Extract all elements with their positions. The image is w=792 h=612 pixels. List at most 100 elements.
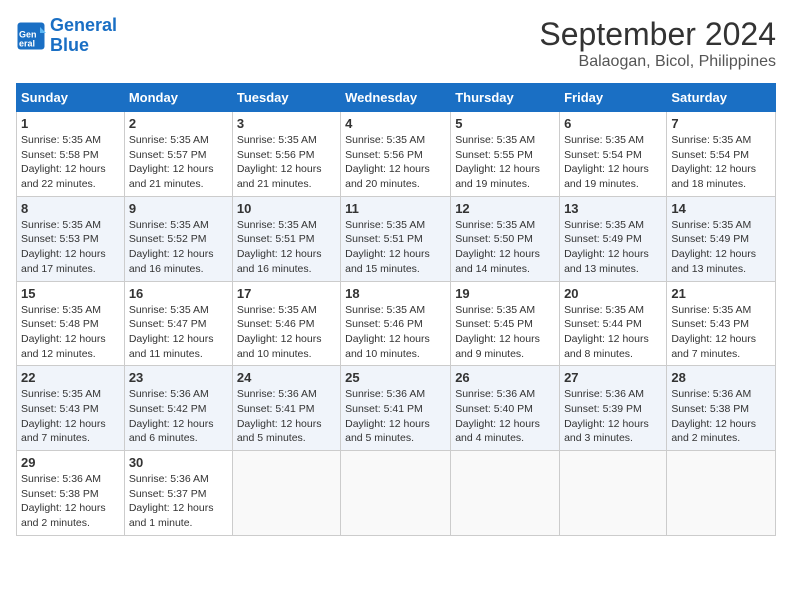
calendar-header-row: SundayMondayTuesdayWednesdayThursdayFrid… <box>17 84 776 112</box>
day-info: Sunrise: 5:35 AMSunset: 5:52 PMDaylight:… <box>129 218 228 277</box>
day-info: Sunrise: 5:35 AMSunset: 5:51 PMDaylight:… <box>345 218 446 277</box>
calendar-week-row: 15 Sunrise: 5:35 AMSunset: 5:48 PMDaylig… <box>17 281 776 366</box>
header-saturday: Saturday <box>667 84 776 112</box>
header-tuesday: Tuesday <box>232 84 340 112</box>
day-number: 4 <box>345 116 446 131</box>
day-info: Sunrise: 5:35 AMSunset: 5:58 PMDaylight:… <box>21 133 120 192</box>
calendar-cell: 10 Sunrise: 5:35 AMSunset: 5:51 PMDaylig… <box>232 196 340 281</box>
month-title: September 2024 <box>539 16 776 53</box>
day-info: Sunrise: 5:35 AMSunset: 5:54 PMDaylight:… <box>564 133 662 192</box>
day-info: Sunrise: 5:35 AMSunset: 5:48 PMDaylight:… <box>21 303 120 362</box>
day-info: Sunrise: 5:35 AMSunset: 5:47 PMDaylight:… <box>129 303 228 362</box>
calendar-cell: 8 Sunrise: 5:35 AMSunset: 5:53 PMDayligh… <box>17 196 125 281</box>
header-friday: Friday <box>560 84 667 112</box>
logo-icon: Gen eral <box>16 21 46 51</box>
calendar-cell: 3 Sunrise: 5:35 AMSunset: 5:56 PMDayligh… <box>232 112 340 197</box>
calendar-cell: 30 Sunrise: 5:36 AMSunset: 5:37 PMDaylig… <box>124 451 232 536</box>
calendar-week-row: 8 Sunrise: 5:35 AMSunset: 5:53 PMDayligh… <box>17 196 776 281</box>
calendar-cell: 15 Sunrise: 5:35 AMSunset: 5:48 PMDaylig… <box>17 281 125 366</box>
day-number: 24 <box>237 370 336 385</box>
header-wednesday: Wednesday <box>341 84 451 112</box>
calendar-table: SundayMondayTuesdayWednesdayThursdayFrid… <box>16 83 776 536</box>
calendar-cell: 7 Sunrise: 5:35 AMSunset: 5:54 PMDayligh… <box>667 112 776 197</box>
day-info: Sunrise: 5:35 AMSunset: 5:46 PMDaylight:… <box>237 303 336 362</box>
title-block: September 2024 Balaogan, Bicol, Philippi… <box>539 16 776 71</box>
day-number: 20 <box>564 286 662 301</box>
day-info: Sunrise: 5:35 AMSunset: 5:54 PMDaylight:… <box>671 133 771 192</box>
day-number: 7 <box>671 116 771 131</box>
calendar-week-row: 29 Sunrise: 5:36 AMSunset: 5:38 PMDaylig… <box>17 451 776 536</box>
calendar-cell: 11 Sunrise: 5:35 AMSunset: 5:51 PMDaylig… <box>341 196 451 281</box>
day-number: 18 <box>345 286 446 301</box>
day-info: Sunrise: 5:35 AMSunset: 5:43 PMDaylight:… <box>21 387 120 446</box>
day-info: Sunrise: 5:35 AMSunset: 5:43 PMDaylight:… <box>671 303 771 362</box>
calendar-cell: 16 Sunrise: 5:35 AMSunset: 5:47 PMDaylig… <box>124 281 232 366</box>
calendar-week-row: 22 Sunrise: 5:35 AMSunset: 5:43 PMDaylig… <box>17 366 776 451</box>
calendar-cell: 19 Sunrise: 5:35 AMSunset: 5:45 PMDaylig… <box>451 281 560 366</box>
day-number: 17 <box>237 286 336 301</box>
calendar-cell: 17 Sunrise: 5:35 AMSunset: 5:46 PMDaylig… <box>232 281 340 366</box>
day-number: 27 <box>564 370 662 385</box>
day-number: 23 <box>129 370 228 385</box>
day-info: Sunrise: 5:36 AMSunset: 5:39 PMDaylight:… <box>564 387 662 446</box>
logo: Gen eral General Blue <box>16 16 117 56</box>
svg-text:eral: eral <box>19 38 35 48</box>
day-number: 14 <box>671 201 771 216</box>
calendar-cell: 24 Sunrise: 5:36 AMSunset: 5:41 PMDaylig… <box>232 366 340 451</box>
day-number: 16 <box>129 286 228 301</box>
day-info: Sunrise: 5:35 AMSunset: 5:49 PMDaylight:… <box>564 218 662 277</box>
day-info: Sunrise: 5:35 AMSunset: 5:53 PMDaylight:… <box>21 218 120 277</box>
day-number: 1 <box>21 116 120 131</box>
calendar-cell: 26 Sunrise: 5:36 AMSunset: 5:40 PMDaylig… <box>451 366 560 451</box>
day-info: Sunrise: 5:36 AMSunset: 5:40 PMDaylight:… <box>455 387 555 446</box>
calendar-cell: 23 Sunrise: 5:36 AMSunset: 5:42 PMDaylig… <box>124 366 232 451</box>
day-number: 9 <box>129 201 228 216</box>
day-number: 3 <box>237 116 336 131</box>
header-sunday: Sunday <box>17 84 125 112</box>
day-info: Sunrise: 5:35 AMSunset: 5:50 PMDaylight:… <box>455 218 555 277</box>
calendar-cell: 28 Sunrise: 5:36 AMSunset: 5:38 PMDaylig… <box>667 366 776 451</box>
day-number: 6 <box>564 116 662 131</box>
calendar-cell: 21 Sunrise: 5:35 AMSunset: 5:43 PMDaylig… <box>667 281 776 366</box>
day-number: 22 <box>21 370 120 385</box>
day-info: Sunrise: 5:36 AMSunset: 5:38 PMDaylight:… <box>671 387 771 446</box>
calendar-cell: 2 Sunrise: 5:35 AMSunset: 5:57 PMDayligh… <box>124 112 232 197</box>
calendar-cell: 27 Sunrise: 5:36 AMSunset: 5:39 PMDaylig… <box>560 366 667 451</box>
calendar-cell: 22 Sunrise: 5:35 AMSunset: 5:43 PMDaylig… <box>17 366 125 451</box>
calendar-cell <box>667 451 776 536</box>
day-info: Sunrise: 5:35 AMSunset: 5:51 PMDaylight:… <box>237 218 336 277</box>
day-number: 29 <box>21 455 120 470</box>
day-number: 25 <box>345 370 446 385</box>
day-number: 10 <box>237 201 336 216</box>
day-number: 5 <box>455 116 555 131</box>
calendar-cell: 20 Sunrise: 5:35 AMSunset: 5:44 PMDaylig… <box>560 281 667 366</box>
day-info: Sunrise: 5:35 AMSunset: 5:44 PMDaylight:… <box>564 303 662 362</box>
day-number: 26 <box>455 370 555 385</box>
day-number: 15 <box>21 286 120 301</box>
day-info: Sunrise: 5:35 AMSunset: 5:49 PMDaylight:… <box>671 218 771 277</box>
day-number: 21 <box>671 286 771 301</box>
day-info: Sunrise: 5:36 AMSunset: 5:41 PMDaylight:… <box>345 387 446 446</box>
day-info: Sunrise: 5:35 AMSunset: 5:57 PMDaylight:… <box>129 133 228 192</box>
day-info: Sunrise: 5:35 AMSunset: 5:45 PMDaylight:… <box>455 303 555 362</box>
calendar-cell: 29 Sunrise: 5:36 AMSunset: 5:38 PMDaylig… <box>17 451 125 536</box>
day-info: Sunrise: 5:36 AMSunset: 5:38 PMDaylight:… <box>21 472 120 531</box>
calendar-week-row: 1 Sunrise: 5:35 AMSunset: 5:58 PMDayligh… <box>17 112 776 197</box>
calendar-cell: 25 Sunrise: 5:36 AMSunset: 5:41 PMDaylig… <box>341 366 451 451</box>
day-number: 8 <box>21 201 120 216</box>
calendar-cell: 13 Sunrise: 5:35 AMSunset: 5:49 PMDaylig… <box>560 196 667 281</box>
day-number: 28 <box>671 370 771 385</box>
calendar-cell: 1 Sunrise: 5:35 AMSunset: 5:58 PMDayligh… <box>17 112 125 197</box>
day-info: Sunrise: 5:36 AMSunset: 5:37 PMDaylight:… <box>129 472 228 531</box>
calendar-cell <box>232 451 340 536</box>
calendar-cell: 5 Sunrise: 5:35 AMSunset: 5:55 PMDayligh… <box>451 112 560 197</box>
day-info: Sunrise: 5:36 AMSunset: 5:42 PMDaylight:… <box>129 387 228 446</box>
day-info: Sunrise: 5:36 AMSunset: 5:41 PMDaylight:… <box>237 387 336 446</box>
calendar-cell: 18 Sunrise: 5:35 AMSunset: 5:46 PMDaylig… <box>341 281 451 366</box>
day-info: Sunrise: 5:35 AMSunset: 5:46 PMDaylight:… <box>345 303 446 362</box>
day-number: 11 <box>345 201 446 216</box>
calendar-cell: 6 Sunrise: 5:35 AMSunset: 5:54 PMDayligh… <box>560 112 667 197</box>
day-number: 13 <box>564 201 662 216</box>
calendar-cell: 14 Sunrise: 5:35 AMSunset: 5:49 PMDaylig… <box>667 196 776 281</box>
logo-text: General Blue <box>50 16 117 56</box>
